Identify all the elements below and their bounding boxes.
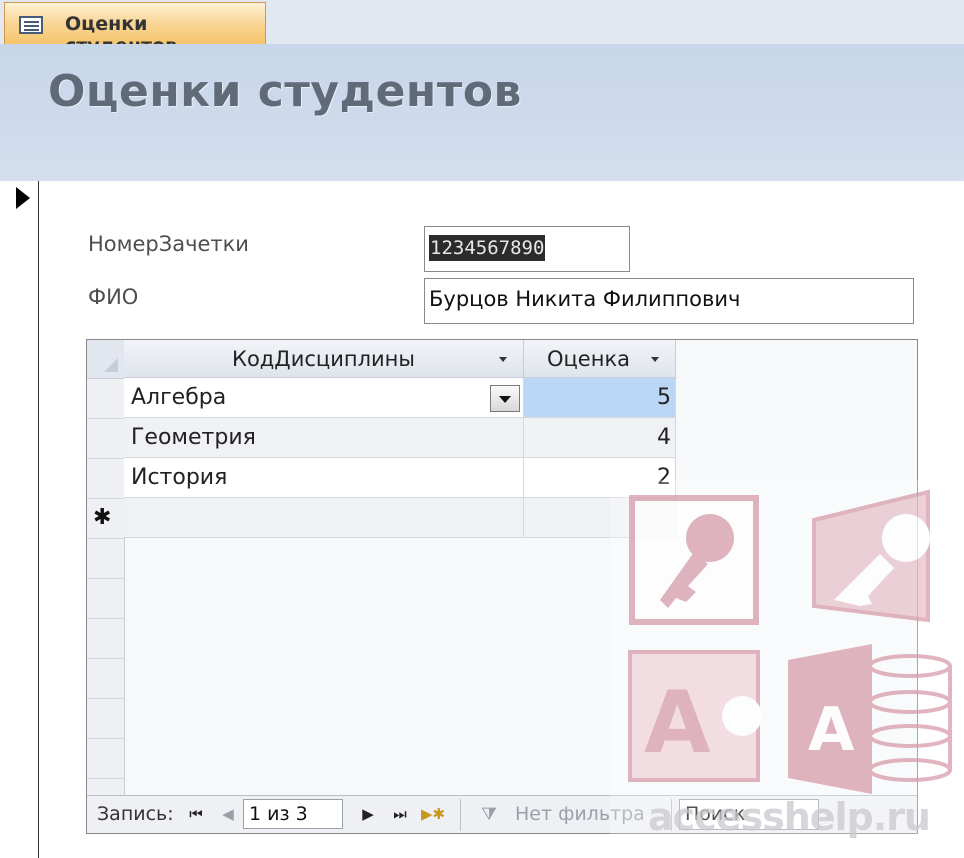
record-book-field[interactable]: 1234567890 bbox=[424, 226, 630, 272]
current-record-arrow-icon bbox=[16, 187, 30, 209]
record-selector[interactable] bbox=[0, 181, 39, 858]
filter-status[interactable]: Нет фильтра bbox=[515, 803, 645, 825]
discipline-cell[interactable]: Геометрия bbox=[124, 418, 524, 458]
select-all-corner[interactable] bbox=[87, 340, 124, 379]
subform-row-selectors[interactable]: ✱ bbox=[87, 340, 125, 796]
sort-dropdown-icon[interactable] bbox=[499, 357, 507, 362]
filter-icon[interactable]: ⧩ bbox=[481, 804, 497, 825]
discipline-cell[interactable]: История bbox=[124, 458, 524, 498]
new-record-nav-icon[interactable]: ▶✱ bbox=[421, 802, 445, 826]
watermark-text: accesshelp.ru bbox=[648, 795, 931, 839]
form-header: Оценки студентов bbox=[0, 44, 964, 181]
previous-record-icon[interactable]: ◀ bbox=[217, 802, 239, 826]
column-header-label: КодДисциплины bbox=[232, 347, 415, 371]
discipline-value: Алгебра bbox=[131, 385, 227, 410]
form-icon bbox=[19, 16, 43, 34]
record-book-label: НомерЗачетки bbox=[88, 232, 249, 256]
discipline-cell[interactable]: Алгебра bbox=[124, 378, 524, 418]
record-book-value: 1234567890 bbox=[429, 235, 546, 261]
sort-dropdown-icon[interactable] bbox=[651, 357, 659, 362]
record-position-input[interactable]: 1 из 3 bbox=[243, 799, 343, 829]
document-tab-strip: Оценки студентов bbox=[0, 0, 964, 44]
grades-subform: ✱ КодДисциплины Оценка Алгебра 5 Геометр… bbox=[86, 339, 918, 834]
page-title: Оценки студентов bbox=[48, 66, 522, 117]
grade-cell[interactable]: 5 bbox=[524, 378, 676, 418]
chevron-down-icon[interactable] bbox=[490, 385, 520, 412]
name-field[interactable]: Бурцов Никита Филиппович bbox=[424, 278, 914, 324]
new-record-icon: ✱ bbox=[93, 505, 112, 530]
name-label: ФИО bbox=[88, 285, 139, 309]
grade-cell[interactable]: 4 bbox=[524, 418, 676, 458]
grade-cell[interactable] bbox=[524, 498, 676, 538]
first-record-icon[interactable]: ⏮ bbox=[185, 802, 207, 826]
discipline-cell[interactable] bbox=[124, 498, 524, 538]
record-label: Запись: bbox=[97, 803, 174, 825]
grade-cell[interactable]: 2 bbox=[524, 458, 676, 498]
last-record-icon[interactable]: ⏭ bbox=[389, 802, 411, 826]
form-document-tab[interactable]: Оценки студентов bbox=[4, 2, 266, 44]
column-header-grade[interactable]: Оценка bbox=[524, 340, 676, 378]
column-header-discipline[interactable]: КодДисциплины bbox=[124, 340, 524, 378]
next-record-icon[interactable]: ▶ bbox=[357, 802, 379, 826]
column-header-label: Оценка bbox=[546, 347, 631, 371]
